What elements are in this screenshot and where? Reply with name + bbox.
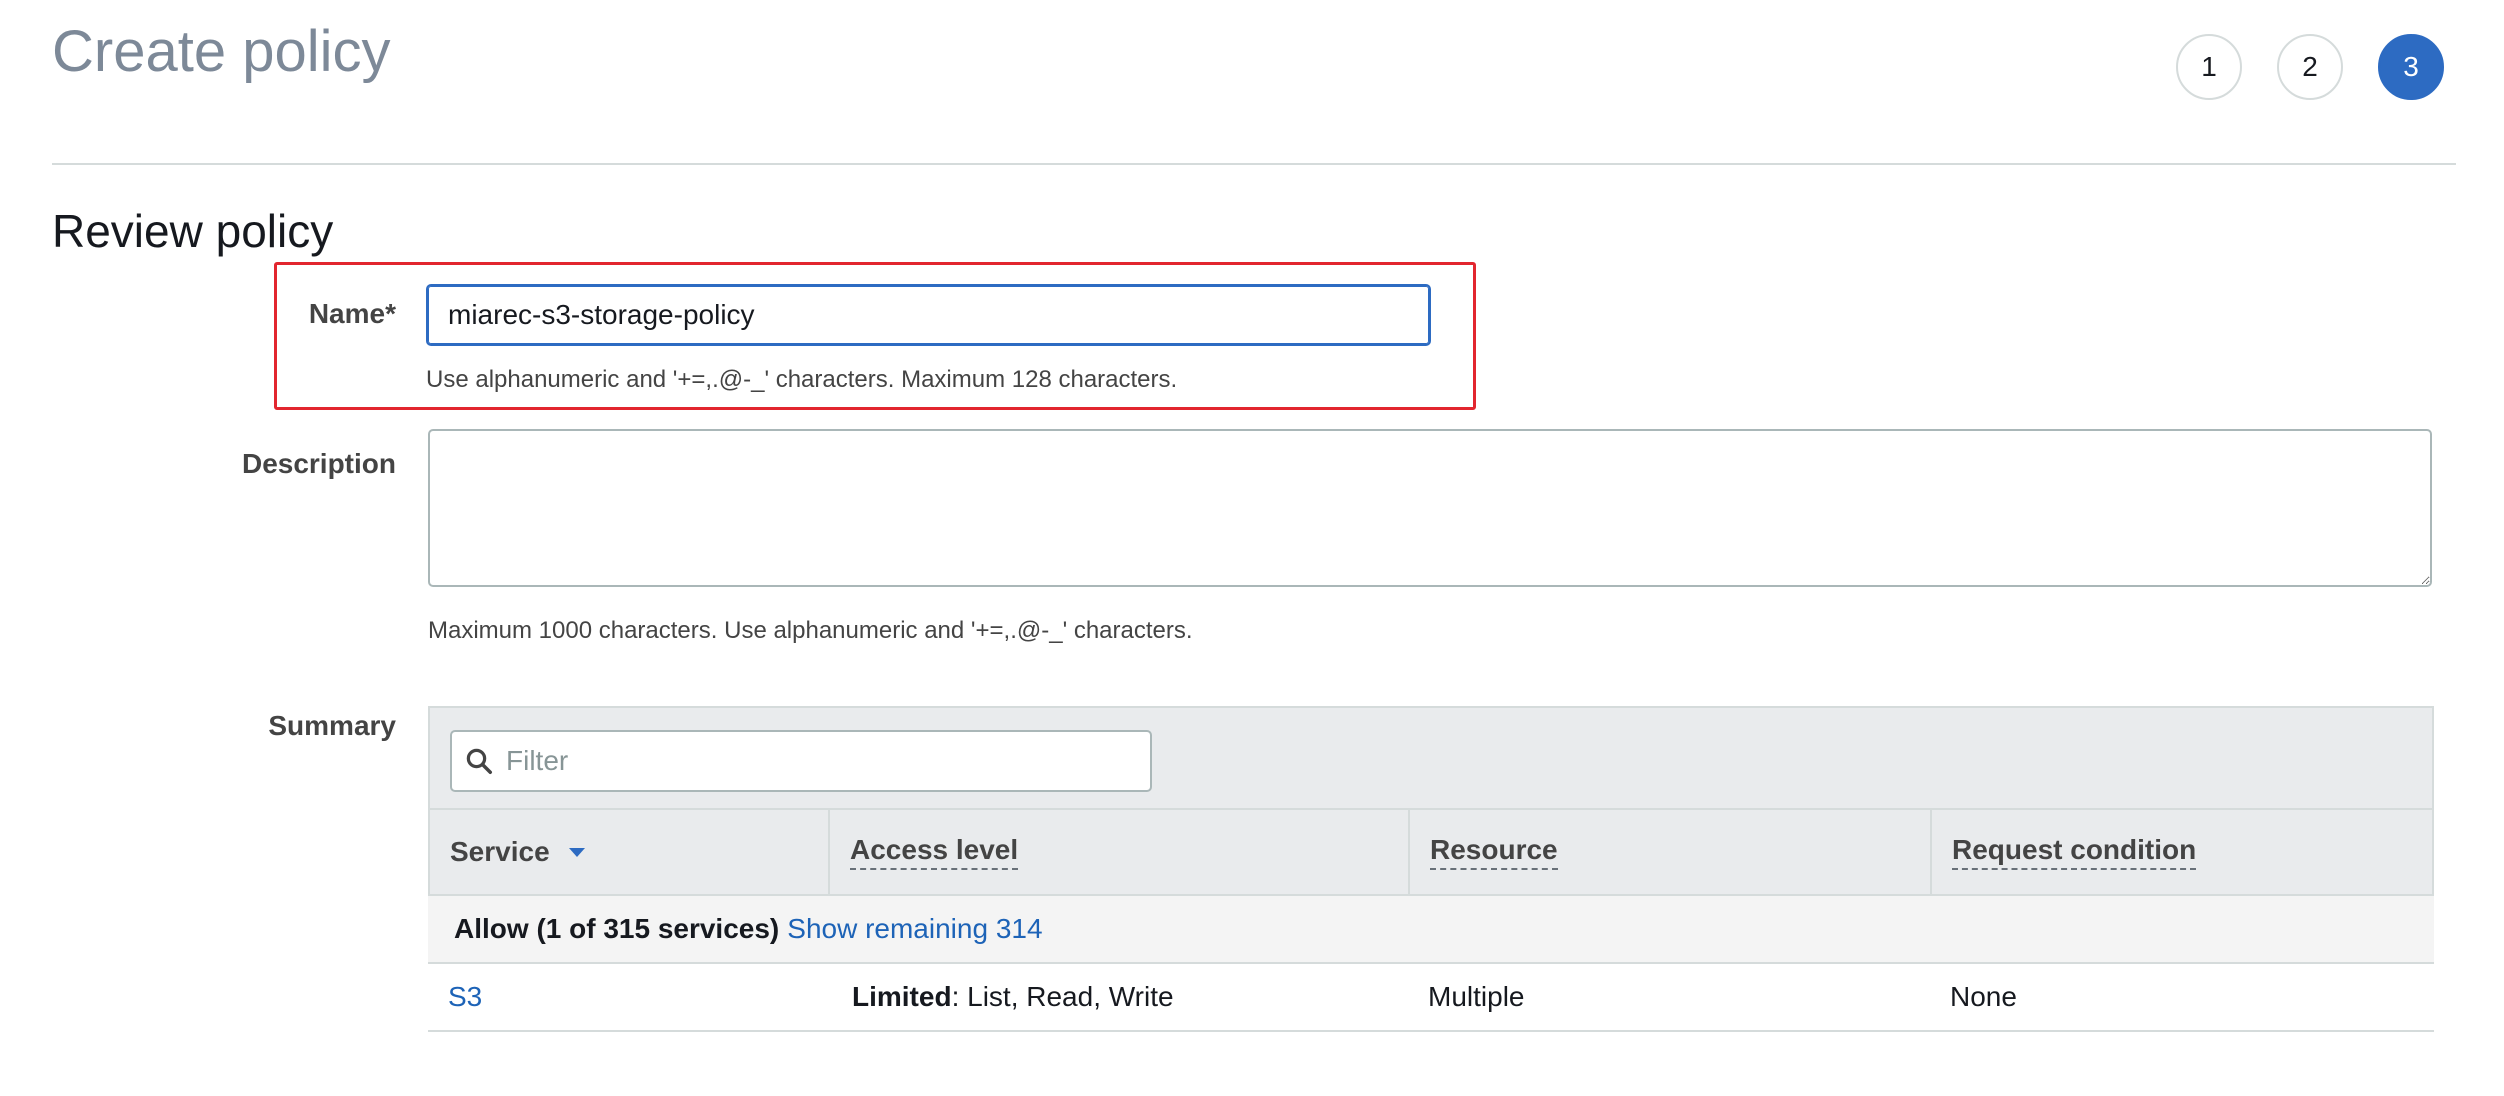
search-icon: [466, 748, 492, 774]
table-header: Service Access level Resource Request co…: [428, 810, 2434, 896]
header-divider: [52, 163, 2456, 165]
column-header-label: Request condition: [1952, 834, 2197, 870]
column-header-service[interactable]: Service: [430, 810, 830, 894]
name-hint: Use alphanumeric and '+=,.@-_' character…: [426, 366, 1178, 393]
column-header-request-condition[interactable]: Request condition: [1932, 810, 2432, 894]
filter-box[interactable]: [450, 730, 1152, 792]
summary-table: Service Access level Resource Request co…: [428, 706, 2434, 1036]
wizard-steps: 1 2 3: [2176, 34, 2444, 100]
group-label: Allow (1 of 315 services): [454, 913, 780, 944]
step-1[interactable]: 1: [2176, 34, 2242, 100]
column-header-label: Service: [450, 836, 550, 867]
page-title: Create policy: [52, 19, 391, 84]
allow-group-row: Allow (1 of 315 services) Show remaining…: [428, 896, 2434, 964]
column-header-access-level[interactable]: Access level: [830, 810, 1410, 894]
access-level-cell: Limited: List, Read, Write: [828, 981, 1408, 1013]
column-header-label: Access level: [850, 834, 1019, 870]
description-hint: Maximum 1000 characters. Use alphanumeri…: [428, 617, 1193, 644]
description-textarea[interactable]: [428, 429, 2432, 587]
access-level-detail: : List, Read, Write: [951, 981, 1174, 1012]
section-title: Review policy: [52, 205, 334, 257]
step-2[interactable]: 2: [2277, 34, 2343, 100]
step-3-current[interactable]: 3: [2378, 34, 2444, 100]
column-header-resource[interactable]: Resource: [1410, 810, 1932, 894]
condition-cell: None: [1950, 981, 2017, 1012]
column-header-label: Resource: [1430, 834, 1558, 870]
service-link[interactable]: S3: [448, 981, 482, 1012]
policy-name-input[interactable]: [426, 284, 1431, 346]
summary-label: Summary: [268, 710, 396, 741]
resource-cell: Multiple: [1428, 981, 1525, 1012]
summary-toolbar: [428, 706, 2434, 810]
table-row: S3 Limited: List, Read, Write Multiple N…: [428, 964, 2434, 1032]
description-label: Description: [241, 448, 396, 479]
name-label: Name*: [308, 298, 396, 329]
show-remaining-link[interactable]: Show remaining 314: [787, 913, 1042, 945]
filter-input[interactable]: [504, 744, 1150, 778]
caret-down-icon[interactable]: [568, 846, 586, 858]
access-level-strong: Limited: [852, 981, 952, 1012]
service-cell: S3: [428, 981, 828, 1013]
